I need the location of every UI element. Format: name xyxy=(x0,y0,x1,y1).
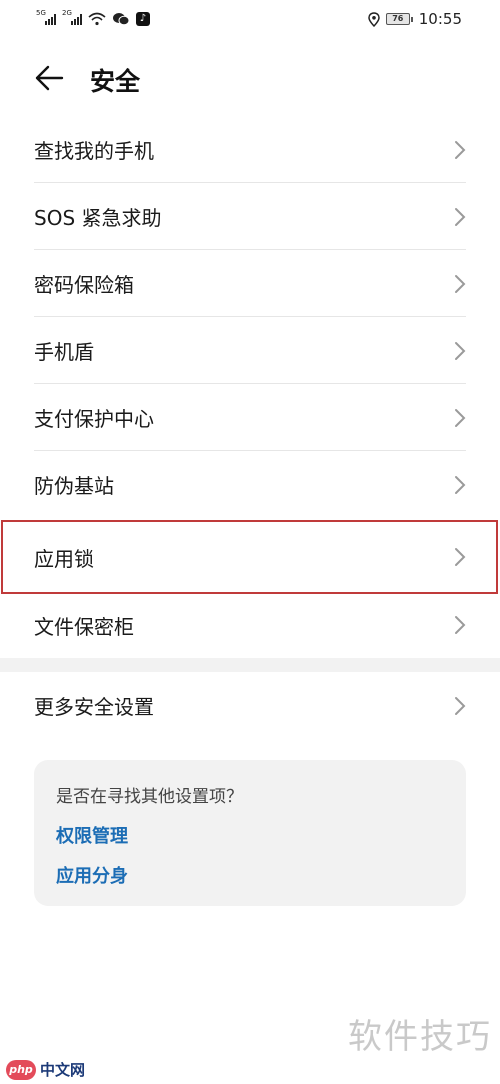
logo-text: 中文网 xyxy=(40,1061,86,1079)
status-left: 5G 2G ♪ xyxy=(36,9,150,26)
chevron-right-icon xyxy=(455,475,466,494)
menu-item-label: 文件保密柜 xyxy=(34,614,134,639)
status-right: 76 10:55 xyxy=(368,10,462,28)
menu-item-find-my-phone[interactable]: 查找我的手机 xyxy=(0,116,500,183)
chevron-right-icon xyxy=(455,274,466,293)
signal-icon-2: 2G xyxy=(62,9,82,25)
menu-item-sos[interactable]: SOS 紧急求助 xyxy=(0,183,500,250)
menu-item-label: 防伪基站 xyxy=(34,474,114,498)
watermark: 软件技巧 xyxy=(348,1017,492,1057)
menu-item-label: SOS 紧急求助 xyxy=(34,206,162,230)
header: 安全 xyxy=(0,52,500,104)
logo-badge: php xyxy=(6,1059,36,1080)
menu-item-label: 密码保险箱 xyxy=(34,273,134,297)
settings-list: 查找我的手机 SOS 紧急求助 密码保险箱 手机盾 支付保护中心 防伪基站 应用… xyxy=(0,116,500,656)
wifi-icon xyxy=(88,12,106,26)
chevron-right-icon xyxy=(455,548,466,566)
link-app-twin[interactable]: 应用分身 xyxy=(56,862,444,888)
menu-item-more-security-settings[interactable]: 更多安全设置 xyxy=(0,672,500,739)
arrow-left-icon[interactable] xyxy=(34,64,64,92)
status-bar: 5G 2G ♪ 76 10:55 xyxy=(0,0,500,38)
location-icon xyxy=(368,11,380,27)
clock: 10:55 xyxy=(418,10,462,28)
menu-item-app-lock[interactable]: 应用锁 xyxy=(1,520,498,594)
menu-item-password-vault[interactable]: 密码保险箱 xyxy=(0,250,500,317)
tiktok-icon: ♪ xyxy=(136,12,150,26)
chevron-right-icon xyxy=(455,341,466,360)
menu-item-file-safe[interactable]: 文件保密柜 xyxy=(0,594,500,656)
php-logo: php 中文网 xyxy=(6,1059,85,1080)
menu-item-label: 查找我的手机 xyxy=(34,139,154,163)
chevron-right-icon xyxy=(455,140,466,159)
chevron-right-icon xyxy=(455,408,466,427)
suggestion-question: 是否在寻找其他设置项？ xyxy=(56,787,243,807)
section-divider xyxy=(0,658,500,672)
battery-icon: 76 xyxy=(385,13,413,25)
page-title: 安全 xyxy=(90,67,141,96)
link-permission-management[interactable]: 权限管理 xyxy=(56,822,444,848)
menu-item-label: 支付保护中心 xyxy=(34,407,154,431)
menu-item-label: 更多安全设置 xyxy=(34,695,154,719)
menu-item-label: 应用锁 xyxy=(34,546,94,571)
menu-item-anti-fake-base-station[interactable]: 防伪基站 xyxy=(0,451,500,518)
menu-item-label: 手机盾 xyxy=(34,340,94,364)
wechat-icon xyxy=(112,12,130,26)
signal-icon: 5G xyxy=(36,9,56,25)
chevron-right-icon xyxy=(455,696,466,715)
suggestion-card: 是否在寻找其他设置项？ 权限管理 应用分身 xyxy=(34,760,466,906)
chevron-right-icon xyxy=(455,616,466,634)
menu-item-payment-protection[interactable]: 支付保护中心 xyxy=(0,384,500,451)
menu-item-phone-shield[interactable]: 手机盾 xyxy=(0,317,500,384)
battery-level: 76 xyxy=(385,13,410,25)
chevron-right-icon xyxy=(455,207,466,226)
